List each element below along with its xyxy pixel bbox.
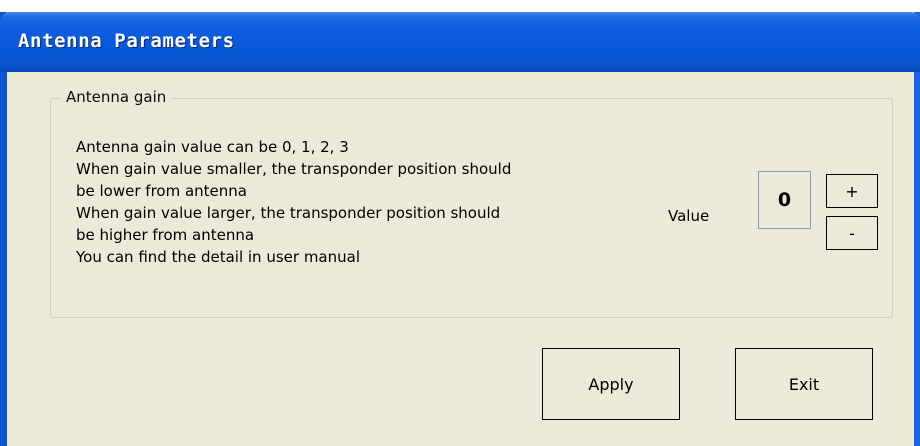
window-title: Antenna Parameters <box>18 30 235 52</box>
description-line: Antenna gain value can be 0, 1, 2, 3 <box>76 138 349 156</box>
description-line: When gain value smaller, the transponder… <box>76 160 512 178</box>
antenna-parameters-dialog: Antenna Parameters Antenna gain Antenna … <box>0 12 920 446</box>
description-line: You can find the detail in user manual <box>76 248 360 266</box>
gain-value-display: 0 <box>758 171 811 229</box>
value-label: Value <box>668 207 710 225</box>
title-bar[interactable]: Antenna Parameters <box>0 12 920 72</box>
antenna-gain-group: Antenna gain Antenna gain value can be 0… <box>50 88 893 318</box>
exit-button[interactable]: Exit <box>735 348 873 420</box>
decrement-button[interactable]: - <box>826 216 878 250</box>
description-line: When gain value larger, the transponder … <box>76 204 501 222</box>
increment-button[interactable]: + <box>826 174 878 208</box>
description-line: be higher from antenna <box>76 226 255 244</box>
description-line: be lower from antenna <box>76 182 247 200</box>
gain-description: Antenna gain value can be 0, 1, 2, 3 Whe… <box>76 136 656 268</box>
apply-button[interactable]: Apply <box>542 348 680 420</box>
group-title: Antenna gain <box>61 88 172 106</box>
